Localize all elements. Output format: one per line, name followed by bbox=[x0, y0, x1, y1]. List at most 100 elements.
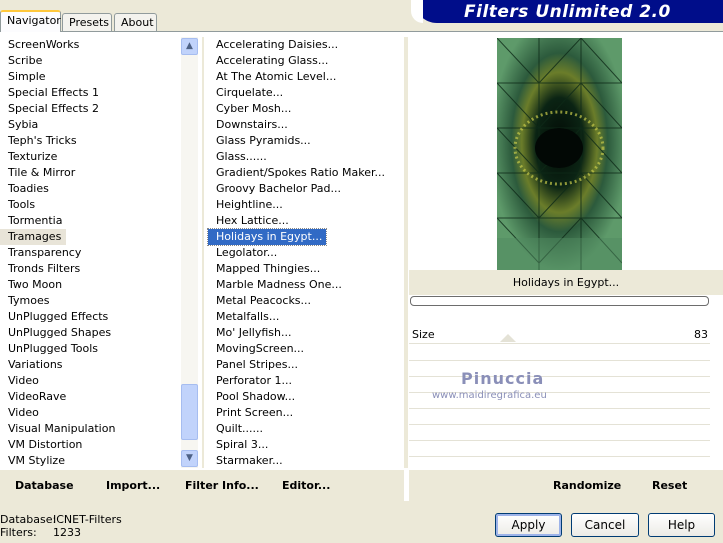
list-item[interactable]: Tools bbox=[0, 197, 180, 213]
list-item[interactable]: UnPlugged Tools bbox=[0, 341, 180, 357]
list-item[interactable]: Special Effects 2 bbox=[0, 101, 180, 117]
list-item-label: Starmaker... bbox=[216, 454, 283, 467]
list-item[interactable]: VM Stylize bbox=[0, 453, 180, 469]
list-item[interactable]: Groovy Bachelor Pad... bbox=[208, 181, 403, 197]
list-item[interactable]: Marble Madness One... bbox=[208, 277, 403, 293]
list-item[interactable]: Legolator... bbox=[208, 245, 403, 261]
list-item[interactable]: Mapped Thingies... bbox=[208, 261, 403, 277]
list-item-label: Cyber Mosh... bbox=[216, 102, 292, 115]
editor-button[interactable]: Editor... bbox=[282, 470, 330, 501]
list-item[interactable]: Metal Peacocks... bbox=[208, 293, 403, 309]
cancel-button[interactable]: Cancel bbox=[571, 513, 639, 537]
list-item[interactable]: Scribe bbox=[0, 53, 180, 69]
database-status-label: Database: bbox=[0, 513, 57, 526]
list-item[interactable]: Tramages bbox=[0, 229, 180, 245]
scroll-thumb[interactable] bbox=[181, 384, 198, 440]
tab-about[interactable]: About bbox=[114, 13, 157, 32]
list-item-label: Marble Madness One... bbox=[216, 278, 342, 291]
list-item[interactable]: VideoRave bbox=[0, 389, 180, 405]
category-scrollbar[interactable]: ▲ ▼ bbox=[181, 37, 198, 468]
list-item[interactable]: ScreenWorks bbox=[0, 37, 180, 53]
list-item[interactable]: Tile & Mirror bbox=[0, 165, 180, 181]
list-item[interactable]: VM Distortion bbox=[0, 437, 180, 453]
slider-pointer-icon[interactable] bbox=[500, 334, 516, 342]
tab-navigator[interactable]: Navigator bbox=[0, 10, 61, 32]
app-title: Filters Unlimited 2.0 bbox=[464, 2, 671, 22]
list-item-label: Mapped Thingies... bbox=[216, 262, 321, 275]
list-item[interactable]: MovingScreen... bbox=[208, 341, 403, 357]
list-item[interactable]: Variations bbox=[0, 357, 180, 373]
list-item[interactable]: Visual Manipulation bbox=[0, 421, 180, 437]
list-item[interactable]: Metalfalls... bbox=[208, 309, 403, 325]
list-item[interactable]: Spiral 3... bbox=[208, 437, 403, 453]
list-item-label: Scribe bbox=[8, 54, 43, 67]
list-item[interactable]: UnPlugged Shapes bbox=[0, 325, 180, 341]
filters-status-label: Filters: bbox=[0, 526, 37, 539]
list-item[interactable]: Video bbox=[0, 373, 180, 389]
list-item[interactable]: Mo' Jellyfish... bbox=[208, 325, 403, 341]
category-list[interactable]: ScreenWorks Scribe Simple Special Effects 1… bbox=[0, 37, 180, 468]
apply-button[interactable]: Apply bbox=[495, 513, 562, 537]
list-item[interactable]: Cyber Mosh... bbox=[208, 101, 403, 117]
list-item-label: Special Effects 1 bbox=[8, 86, 100, 99]
scroll-up-button[interactable]: ▲ bbox=[181, 38, 198, 55]
list-item[interactable]: Accelerating Daisies... bbox=[208, 37, 403, 53]
list-item-label: UnPlugged Effects bbox=[8, 310, 109, 323]
randomize-button[interactable]: Randomize bbox=[553, 470, 621, 501]
list-item[interactable]: Two Moon bbox=[0, 277, 180, 293]
list-item[interactable]: Panel Stripes... bbox=[208, 357, 403, 373]
list-item[interactable]: Glass...... bbox=[208, 149, 403, 165]
divider bbox=[202, 37, 204, 468]
tab-label: Presets bbox=[69, 16, 110, 29]
list-item[interactable]: Quilt...... bbox=[208, 421, 403, 437]
help-button[interactable]: Help bbox=[648, 513, 715, 537]
size-slider[interactable] bbox=[409, 328, 710, 344]
list-item-label: VideoRave bbox=[8, 390, 67, 403]
import-button[interactable]: Import... bbox=[106, 470, 160, 501]
reset-button[interactable]: Reset bbox=[652, 470, 687, 501]
list-item-label: Gradient/Spokes Ratio Maker... bbox=[216, 166, 385, 179]
list-item-label: Accelerating Glass... bbox=[216, 54, 329, 67]
tab-presets[interactable]: Presets bbox=[62, 13, 112, 32]
list-item-label: Glass...... bbox=[216, 150, 267, 163]
list-item[interactable]: Tormentia bbox=[0, 213, 180, 229]
list-item[interactable]: UnPlugged Effects bbox=[0, 309, 180, 325]
list-item[interactable]: Hex Lattice... bbox=[208, 213, 403, 229]
list-item[interactable]: Teph's Tricks bbox=[0, 133, 180, 149]
database-button[interactable]: Database bbox=[15, 470, 74, 501]
list-item-label: Simple bbox=[8, 70, 46, 83]
list-item-label: Tymoes bbox=[8, 294, 50, 307]
list-item-label: Tools bbox=[8, 198, 36, 211]
list-item[interactable]: At The Atomic Level... bbox=[208, 69, 403, 85]
list-item[interactable]: Pool Shadow... bbox=[208, 389, 403, 405]
list-item-label: Variations bbox=[8, 358, 63, 371]
filter-list[interactable]: Accelerating Daisies... Accelerating Glas… bbox=[206, 37, 403, 469]
watermark-url: www.maidiregrafica.eu bbox=[432, 390, 547, 401]
list-item[interactable]: Tymoes bbox=[0, 293, 180, 309]
list-item[interactable]: Print Screen... bbox=[208, 405, 403, 421]
list-item[interactable]: Transparency bbox=[0, 245, 180, 261]
list-item[interactable]: Special Effects 1 bbox=[0, 85, 180, 101]
filter-info-button[interactable]: Filter Info... bbox=[185, 470, 259, 501]
list-item[interactable]: Perforator 1... bbox=[208, 373, 403, 389]
list-item[interactable]: Holidays in Egypt... bbox=[206, 228, 403, 246]
list-item[interactable]: Heightline... bbox=[208, 197, 403, 213]
list-item[interactable]: Downstairs... bbox=[208, 117, 403, 133]
list-item[interactable]: Texturize bbox=[0, 149, 180, 165]
list-item[interactable]: Starmaker... bbox=[208, 453, 403, 469]
list-item[interactable]: Tronds Filters bbox=[0, 261, 180, 277]
list-item[interactable]: Cirquelate... bbox=[208, 85, 403, 101]
list-item[interactable]: Video bbox=[0, 405, 180, 421]
list-item[interactable]: Simple bbox=[0, 69, 180, 85]
list-item[interactable]: Glass Pyramids... bbox=[208, 133, 403, 149]
list-item[interactable]: Gradient/Spokes Ratio Maker... bbox=[208, 165, 403, 181]
list-item-label: ScreenWorks bbox=[8, 38, 80, 51]
list-item[interactable]: Sybia bbox=[0, 117, 180, 133]
list-item[interactable]: Toadies bbox=[0, 181, 180, 197]
list-item-label: MovingScreen... bbox=[216, 342, 305, 355]
list-item-label: Print Screen... bbox=[216, 406, 294, 419]
scroll-down-button[interactable]: ▼ bbox=[181, 450, 198, 467]
list-item[interactable]: Accelerating Glass... bbox=[208, 53, 403, 69]
list-item-label: Transparency bbox=[8, 246, 82, 259]
list-item-label: Video bbox=[8, 374, 39, 387]
